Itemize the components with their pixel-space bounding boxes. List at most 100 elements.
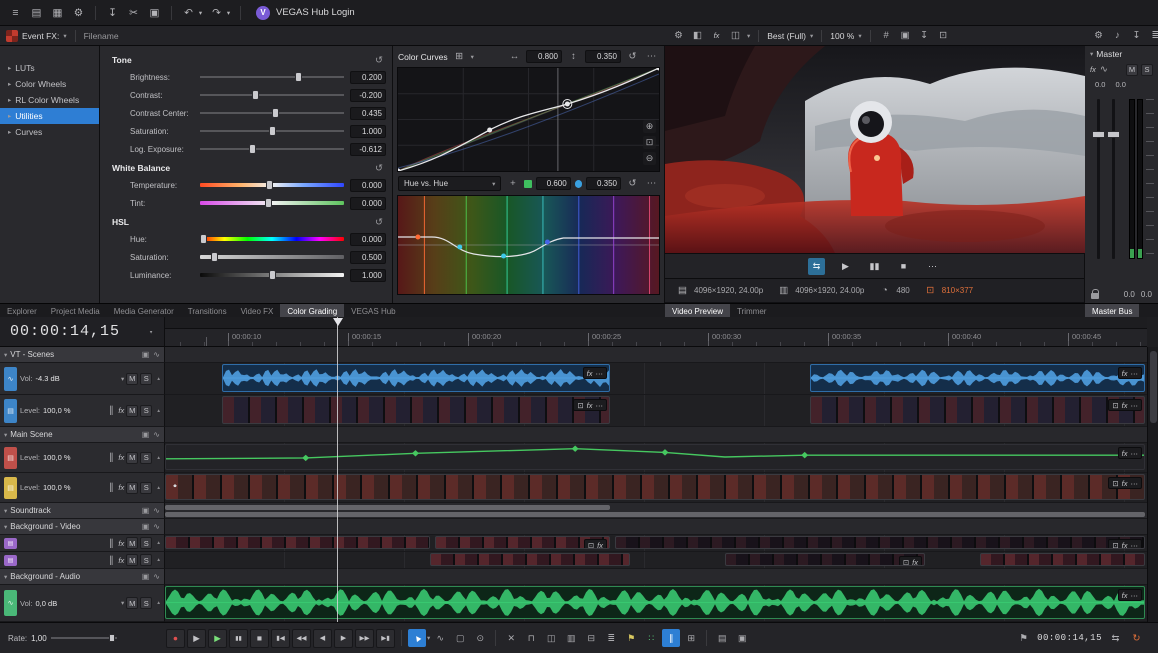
- event-more-icon[interactable]: ⋯: [1131, 541, 1139, 550]
- group-header-main-scene[interactable]: ▾ Main Scene ▣∿: [0, 427, 165, 443]
- rate-slider[interactable]: [51, 632, 117, 644]
- zoom-tool[interactable]: ⊙: [471, 629, 489, 647]
- track-fx-button[interactable]: fx: [118, 539, 124, 548]
- minimize-track-icon[interactable]: ▴: [157, 540, 160, 546]
- preview-sync-button[interactable]: ⇆: [808, 258, 825, 275]
- timeline-timecode-display[interactable]: 00:00:14,15 ▾: [0, 317, 165, 347]
- color-curves-editor[interactable]: ⊕ ⊡ ⊖: [397, 67, 660, 172]
- solo-button[interactable]: S: [140, 554, 152, 566]
- compositing-icon[interactable]: ▣: [142, 522, 150, 531]
- automation-icon[interactable]: ∿: [153, 522, 160, 531]
- event-badge[interactable]: fx⋯: [1118, 367, 1142, 379]
- mute-button[interactable]: M: [126, 405, 138, 417]
- video-event[interactable]: [980, 553, 1145, 566]
- solo-button[interactable]: S: [140, 482, 152, 494]
- tab-project-media[interactable]: Project Media: [44, 304, 107, 318]
- overlay-icon[interactable]: ◫: [728, 28, 743, 43]
- track-param-value[interactable]: 0,0 dB: [36, 599, 58, 608]
- track-param-value[interactable]: 100,0 %: [43, 406, 71, 415]
- preview-zoom-dropdown[interactable]: 100 %: [830, 31, 854, 41]
- overlay-caret-icon[interactable]: ▾: [747, 32, 750, 40]
- external-monitor-icon[interactable]: ⊡: [936, 28, 951, 43]
- track-fx-button[interactable]: fx: [118, 483, 124, 492]
- solo-button[interactable]: S: [140, 597, 152, 609]
- reset-curves-icon[interactable]: ↺: [625, 49, 640, 64]
- tab-transitions[interactable]: Transitions: [181, 304, 234, 318]
- event-fx-caret-icon[interactable]: ▾: [63, 32, 66, 40]
- normal-edit-tool[interactable]: ▲: [408, 629, 426, 647]
- video-event-envelope[interactable]: fx⋯: [165, 444, 1145, 470]
- solo-button[interactable]: S: [140, 452, 152, 464]
- next-frame-button[interactable]: ▶: [334, 629, 353, 648]
- event-more-icon[interactable]: ⋯: [596, 369, 604, 378]
- hue-slider[interactable]: [200, 232, 344, 246]
- saturation-slider[interactable]: [200, 124, 344, 138]
- mute-button[interactable]: M: [126, 373, 138, 385]
- master-fader-right[interactable]: [1112, 99, 1115, 259]
- video-event[interactable]: [430, 553, 630, 566]
- solo-button[interactable]: S: [140, 373, 152, 385]
- mute-button[interactable]: M: [126, 452, 138, 464]
- bypass-fx-icon[interactable]: ∥: [106, 553, 116, 568]
- import-media-icon[interactable]: ↧: [103, 4, 122, 22]
- minimize-track-icon[interactable]: ▴: [157, 600, 160, 606]
- hue-curve-menu-icon[interactable]: ⋯: [644, 176, 659, 191]
- fx-nav-luts[interactable]: ▸LUTs: [0, 60, 99, 76]
- minimize-track-icon[interactable]: ▴: [157, 455, 160, 461]
- video-event[interactable]: ⊡fx⋯: [615, 536, 1145, 549]
- pan-crop-icon[interactable]: ⊡: [903, 558, 909, 567]
- bus-list-icon[interactable]: ≣: [1148, 28, 1158, 43]
- track-fx-button[interactable]: fx: [118, 406, 124, 415]
- track-header-video-5[interactable]: ▤ ∥ fx M S ▴: [0, 552, 165, 569]
- fx-nav-utilities[interactable]: ▸Utilities: [0, 108, 99, 124]
- collapse-caret-icon[interactable]: ▾: [4, 351, 7, 359]
- zoom-fit-icon[interactable]: ⊡: [643, 136, 656, 149]
- video-event[interactable]: ⊡fx: [435, 536, 610, 549]
- compositing-icon[interactable]: ▣: [142, 506, 150, 515]
- video-bus-track-icon[interactable]: ▥: [562, 629, 580, 647]
- zoom-caret-icon[interactable]: ▾: [858, 32, 861, 40]
- reset-hue-curve-icon[interactable]: ↺: [625, 176, 640, 191]
- hamburger-menu-icon[interactable]: ≡: [6, 4, 25, 22]
- tab-trimmer[interactable]: Trimmer: [730, 304, 773, 318]
- hue-crosshair-icon[interactable]: +: [505, 176, 520, 191]
- master-automation-icon[interactable]: ∿: [1099, 62, 1109, 77]
- mute-button[interactable]: M: [126, 554, 138, 566]
- master-solo-button[interactable]: S: [1141, 64, 1153, 76]
- preview-stop-button[interactable]: ■: [895, 258, 912, 275]
- fx-nav-color-wheels[interactable]: ▸Color Wheels: [0, 76, 99, 92]
- cursor-position-timecode[interactable]: 00:00:14,15: [1037, 633, 1102, 643]
- video-event[interactable]: ⊡fx⋯: [165, 474, 1145, 500]
- pan-crop-icon[interactable]: ⊡: [1112, 541, 1118, 550]
- track-header-video-1[interactable]: ▤ Level: 100,0 % ∥ fx M S ▴: [0, 395, 165, 427]
- event-fx-icon[interactable]: fx: [1122, 591, 1128, 600]
- record-button[interactable]: ●: [166, 629, 185, 648]
- master-fx-icon[interactable]: fx: [1090, 65, 1096, 74]
- mute-button[interactable]: M: [126, 597, 138, 609]
- grid-spacing-icon[interactable]: ⊞: [682, 629, 700, 647]
- minimize-track-icon[interactable]: ▴: [157, 408, 160, 414]
- pan-crop-icon[interactable]: ⊡: [577, 401, 583, 410]
- event-more-icon[interactable]: ⋯: [596, 401, 604, 410]
- playhead-handle[interactable]: [333, 318, 343, 326]
- mixer-console-icon[interactable]: ≣: [602, 629, 620, 647]
- collapse-caret-icon[interactable]: ▾: [4, 573, 7, 581]
- video-event[interactable]: [165, 536, 430, 549]
- automation-icon[interactable]: ∿: [153, 572, 160, 581]
- auto-crossfade-icon[interactable]: ✕: [502, 629, 520, 647]
- tab-explorer[interactable]: Explorer: [0, 304, 44, 318]
- contrast-center-value[interactable]: 0.435: [350, 107, 386, 120]
- minimize-track-icon[interactable]: ▴: [157, 376, 160, 382]
- go-to-start-button[interactable]: ▮◀: [271, 629, 290, 648]
- group-header-vt-scenes[interactable]: ▾ VT - Scenes ▣∿: [0, 347, 165, 363]
- track-header-video-4[interactable]: ▤ ∥ fx M S ▴: [0, 535, 165, 552]
- quality-caret-icon[interactable]: ▾: [810, 32, 813, 40]
- cut-icon[interactable]: ✂: [124, 4, 143, 22]
- curve-point-x-value[interactable]: 0.800: [526, 50, 562, 63]
- tool-caret-icon[interactable]: ▾: [427, 634, 430, 642]
- luminance-slider[interactable]: [200, 268, 344, 282]
- hue-value[interactable]: 0.000: [350, 233, 386, 246]
- enable-snapping-icon[interactable]: ∥: [662, 629, 680, 647]
- track-header-video-3[interactable]: ▤ Level: 100,0 % ∥ fx M S ▴: [0, 473, 165, 503]
- reset-hsl-icon[interactable]: ↺: [375, 217, 383, 228]
